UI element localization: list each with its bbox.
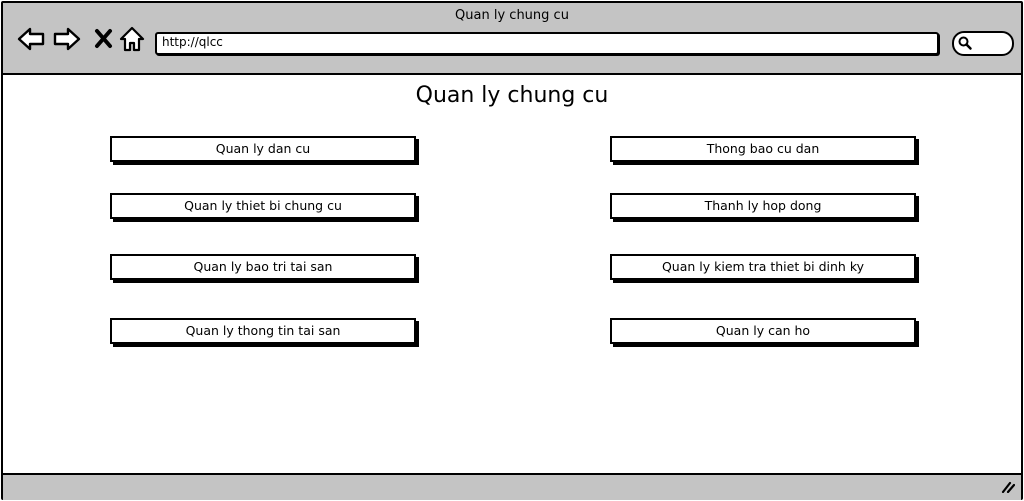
browser-titlebar: Quan ly chung cu http://qlcc xyxy=(3,3,1021,75)
url-text: http://qlcc xyxy=(162,35,223,49)
browser-window: Quan ly chung cu http://qlcc Quan ly chu… xyxy=(1,1,1023,500)
asset-info-button[interactable]: Quan ly thong tin tai san xyxy=(110,318,416,344)
manage-equipment-button[interactable]: Quan ly thiet bi chung cu xyxy=(110,193,416,219)
resize-grip-icon[interactable] xyxy=(1001,479,1015,493)
status-bar xyxy=(3,473,1021,500)
home-icon[interactable] xyxy=(117,24,147,54)
periodic-inspection-button[interactable]: Quan ly kiem tra thiet bi dinh ky xyxy=(610,254,916,280)
forward-arrow-icon[interactable] xyxy=(52,24,82,54)
manage-apartments-button[interactable]: Quan ly can ho xyxy=(610,318,916,344)
search-icon xyxy=(958,36,972,50)
manage-residents-button[interactable]: Quan ly dan cu xyxy=(110,136,416,162)
contract-liquidation-button[interactable]: Thanh ly hop dong xyxy=(610,193,916,219)
page-title: Quan ly chung cu xyxy=(415,83,609,108)
address-bar[interactable]: http://qlcc xyxy=(155,32,939,55)
window-title: Quan ly chung cu xyxy=(455,8,569,23)
resident-notice-button[interactable]: Thong bao cu dan xyxy=(610,136,916,162)
asset-maintenance-button[interactable]: Quan ly bao tri tai san xyxy=(110,254,416,280)
search-box[interactable] xyxy=(952,31,1014,56)
close-icon[interactable] xyxy=(89,24,119,54)
page-content: Quan ly chung cu Quan ly dan cu Quan ly … xyxy=(3,75,1021,473)
back-arrow-icon[interactable] xyxy=(16,24,46,54)
